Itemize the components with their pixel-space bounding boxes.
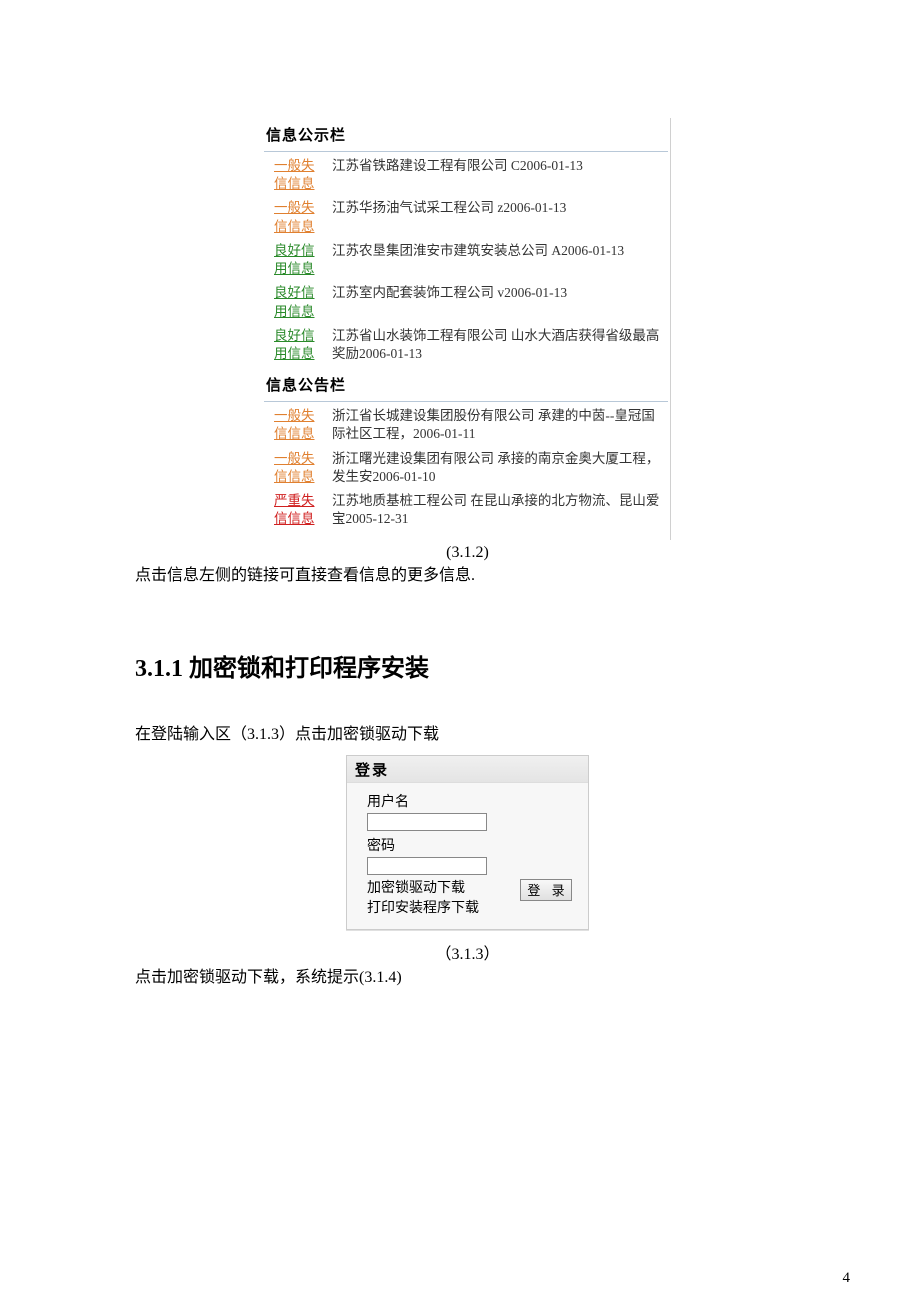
panel1-title: 信息公示栏 <box>264 118 668 152</box>
info-desc: 江苏华扬油气试采工程公司 z2006-01-13 <box>322 199 668 217</box>
info-desc: 江苏省铁路建设工程有限公司 C2006-01-13 <box>322 157 668 175</box>
figure-3-1-2: 信息公示栏 一般失信信息 江苏省铁路建设工程有限公司 C2006-01-13 一… <box>135 0 800 540</box>
info-desc: 江苏农垦集团淮安市建筑安装总公司 A2006-01-13 <box>322 242 668 260</box>
info-tag-link[interactable]: 一般失信信息 <box>274 199 322 235</box>
login-links: 加密锁驱动下载 打印安装程序下载 <box>367 879 520 920</box>
list-item: 一般失信信息 浙江曙光建设集团有限公司 承接的南京金奥大厦工程，发生安2006-… <box>274 447 668 489</box>
info-desc: 江苏地质基桩工程公司 在昆山承接的北方物流、昆山爱宝2005-12-31 <box>322 492 668 528</box>
panel1-list: 一般失信信息 江苏省铁路建设工程有限公司 C2006-01-13 一般失信信息 … <box>264 152 668 368</box>
username-input[interactable] <box>367 813 487 831</box>
info-tag-link[interactable]: 一般失信信息 <box>274 450 322 486</box>
username-label: 用户名 <box>367 791 572 811</box>
login-button[interactable]: 登 录 <box>520 879 572 901</box>
info-desc: 浙江曙光建设集团有限公司 承接的南京金奥大厦工程，发生安2006-01-10 <box>322 450 668 486</box>
figure-3-1-3: 登录 用户名 密码 加密锁驱动下载 打印安装程序下载 登 录 <box>135 755 800 931</box>
info-desc: 浙江省长城建设集团股份有限公司 承建的中茵--皇冠国际社区工程，2006-01-… <box>322 407 668 443</box>
list-item: 一般失信信息 江苏华扬油气试采工程公司 z2006-01-13 <box>274 196 668 238</box>
panel2-list: 一般失信信息 浙江省长城建设集团股份有限公司 承建的中茵--皇冠国际社区工程，2… <box>264 402 668 533</box>
download-lock-driver-link[interactable]: 加密锁驱动下载 <box>367 879 520 899</box>
info-tag-link[interactable]: 一般失信信息 <box>274 407 322 443</box>
figure-caption-3-1-3: （3.1.3） <box>135 940 800 964</box>
info-tag-link[interactable]: 一般失信信息 <box>274 157 322 193</box>
info-panel: 信息公示栏 一般失信信息 江苏省铁路建设工程有限公司 C2006-01-13 一… <box>264 118 671 540</box>
download-print-installer-link[interactable]: 打印安装程序下载 <box>367 899 520 919</box>
info-tag-link[interactable]: 良好信用信息 <box>274 327 322 363</box>
info-desc: 江苏省山水装饰工程有限公司 山水大酒店获得省级最高奖励2006-01-13 <box>322 327 668 363</box>
password-input[interactable] <box>367 857 487 875</box>
figure-caption-3-1-2: (3.1.2) <box>135 544 800 562</box>
login-box: 登录 用户名 密码 加密锁驱动下载 打印安装程序下载 登 录 <box>346 755 589 931</box>
list-item: 一般失信信息 浙江省长城建设集团股份有限公司 承建的中茵--皇冠国际社区工程，2… <box>274 404 668 446</box>
list-item: 一般失信信息 江苏省铁路建设工程有限公司 C2006-01-13 <box>274 154 668 196</box>
list-item: 良好信用信息 江苏室内配套装饰工程公司 v2006-01-13 <box>274 281 668 323</box>
list-item: 良好信用信息 江苏省山水装饰工程有限公司 山水大酒店获得省级最高奖励2006-0… <box>274 324 668 366</box>
page-number: 4 <box>843 1270 851 1287</box>
body-text: 在登陆输入区（3.1.3）点击加密锁驱动下载 <box>135 723 800 747</box>
info-tag-link[interactable]: 严重失信信息 <box>274 492 322 528</box>
info-tag-link[interactable]: 良好信用信息 <box>274 242 322 278</box>
info-desc: 江苏室内配套装饰工程公司 v2006-01-13 <box>322 284 668 302</box>
body-text: 点击信息左侧的链接可直接查看信息的更多信息. <box>135 564 800 588</box>
body-text: 点击加密锁驱动下载，系统提示(3.1.4) <box>135 966 800 990</box>
list-item: 良好信用信息 江苏农垦集团淮安市建筑安装总公司 A2006-01-13 <box>274 239 668 281</box>
section-heading: 3.1.1 加密锁和打印程序安装 <box>135 648 800 683</box>
password-label: 密码 <box>367 835 572 855</box>
panel2-title: 信息公告栏 <box>264 368 668 402</box>
list-item: 严重失信信息 江苏地质基桩工程公司 在昆山承接的北方物流、昆山爱宝2005-12… <box>274 489 668 531</box>
login-title: 登录 <box>347 756 588 783</box>
info-tag-link[interactable]: 良好信用信息 <box>274 284 322 320</box>
